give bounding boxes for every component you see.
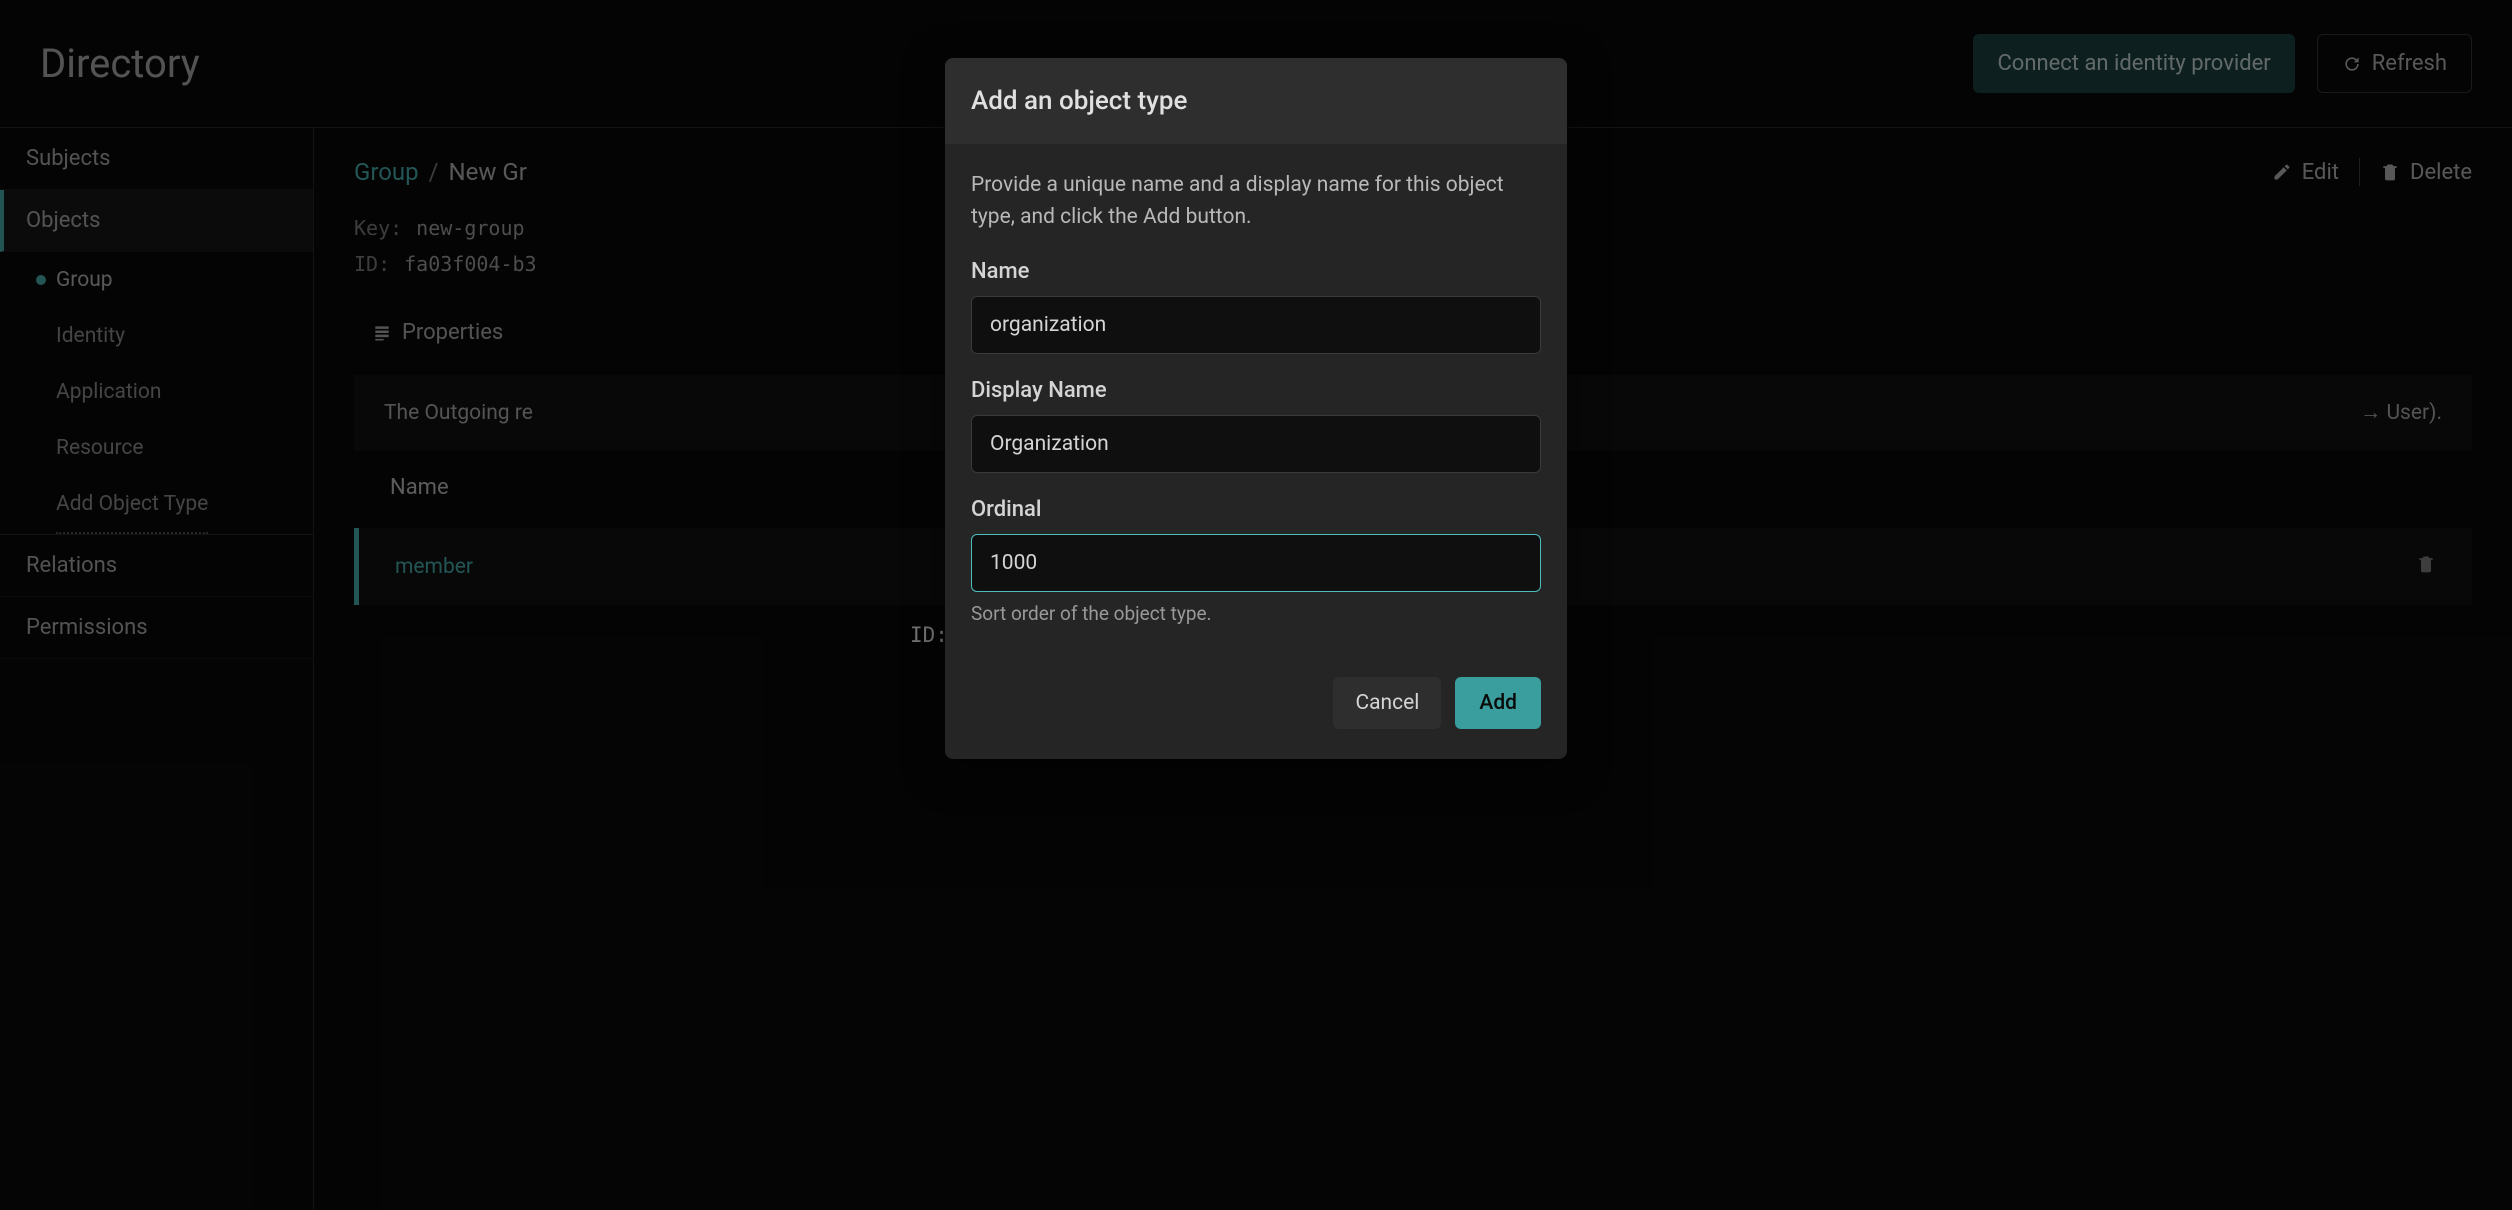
cancel-button[interactable]: Cancel — [1333, 677, 1441, 729]
modal-description: Provide a unique name and a display name… — [971, 170, 1541, 233]
ordinal-input[interactable] — [971, 534, 1541, 592]
ordinal-label: Ordinal — [971, 497, 1541, 522]
display-name-label: Display Name — [971, 378, 1541, 403]
modal-title: Add an object type — [945, 58, 1567, 144]
add-object-type-modal: Add an object type Provide a unique name… — [945, 58, 1567, 759]
display-name-input[interactable] — [971, 415, 1541, 473]
add-button[interactable]: Add — [1455, 677, 1541, 729]
name-label: Name — [971, 259, 1541, 284]
ordinal-help: Sort order of the object type. — [971, 602, 1541, 625]
modal-overlay[interactable]: Add an object type Provide a unique name… — [0, 0, 2512, 1210]
name-input[interactable] — [971, 296, 1541, 354]
